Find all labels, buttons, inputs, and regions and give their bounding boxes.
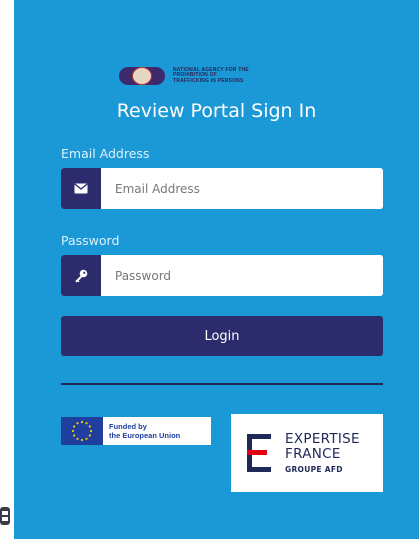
page-title: Review Portal Sign In	[116, 100, 317, 122]
password-label: Password	[61, 233, 120, 248]
expertise-france-mark-icon	[247, 434, 271, 472]
agency-logo: NATIONAL AGENCY FOR THE PROHIBITION OF T…	[119, 65, 339, 87]
divider	[61, 383, 383, 385]
envelope-icon	[61, 168, 101, 209]
eu-funding-badge: Funded by the European Union	[61, 417, 211, 445]
email-input[interactable]	[101, 168, 383, 209]
login-panel: NATIONAL AGENCY FOR THE PROHIBITION OF T…	[14, 0, 419, 539]
key-icon	[61, 255, 101, 296]
partial-emblem-icon	[0, 507, 10, 525]
agency-seal-icon	[119, 67, 165, 85]
expertise-france-line3: GROUPE AFD	[285, 465, 343, 474]
password-input[interactable]	[101, 255, 383, 296]
password-input-group	[61, 255, 383, 296]
login-button[interactable]: Login	[61, 316, 383, 356]
email-input-group	[61, 168, 383, 209]
expertise-france-logo: EXPERTISE FRANCE GROUPE AFD	[231, 414, 383, 492]
email-label: Email Address	[61, 146, 150, 161]
eu-funding-text: Funded by the European Union	[109, 422, 181, 440]
eu-flag-icon	[61, 417, 103, 445]
agency-name: NATIONAL AGENCY FOR THE PROHIBITION OF T…	[173, 66, 249, 84]
expertise-france-line2: FRANCE	[285, 446, 341, 462]
expertise-france-line1: EXPERTISE	[285, 431, 360, 447]
